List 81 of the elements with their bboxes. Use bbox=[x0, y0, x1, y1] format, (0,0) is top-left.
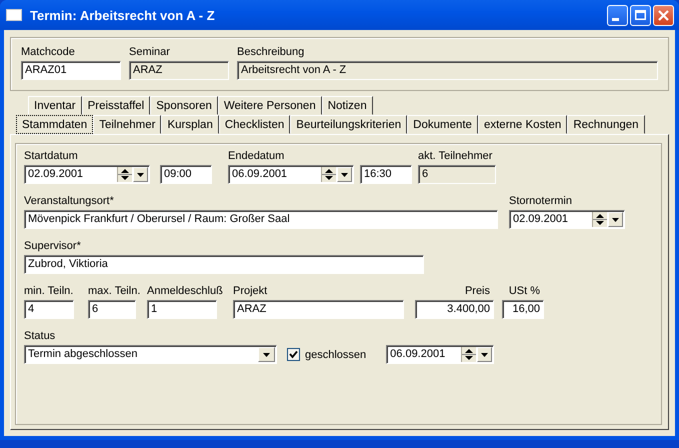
status-dropdown[interactable]: Termin abgeschlossen bbox=[24, 345, 277, 364]
input-field[interactable]: 16:30 bbox=[360, 165, 412, 184]
field-label: Beschreibung bbox=[237, 45, 304, 60]
input-field[interactable]: Mövenpick Frankfurt / Oberursel / Raum: Großer Saal bbox=[24, 210, 498, 229]
input-field[interactable]: 16,00 bbox=[502, 300, 544, 319]
window-title: Termin: Arbeitsrecht von A - Z bbox=[30, 8, 215, 22]
tab[interactable]: externe Kosten bbox=[478, 115, 568, 134]
up-down-arrows-icon bbox=[118, 167, 132, 182]
field-label: Status bbox=[24, 329, 56, 344]
date-field[interactable]: 02.09.2001 bbox=[509, 210, 625, 229]
tab[interactable]: Beurteilungskriterien bbox=[290, 115, 408, 134]
field-label: USt % bbox=[508, 284, 541, 299]
spin-button[interactable] bbox=[117, 167, 132, 182]
dropdown-button[interactable] bbox=[258, 347, 275, 362]
field-label: Stornotermin bbox=[509, 194, 572, 209]
date-field[interactable]: 06.09.2001 bbox=[228, 165, 354, 184]
up-down-arrows-icon bbox=[462, 347, 476, 362]
maximize-button[interactable] bbox=[630, 4, 651, 26]
tab[interactable]: Dokumente bbox=[407, 115, 478, 134]
spin-button[interactable] bbox=[592, 212, 607, 227]
tab[interactable]: Checklisten bbox=[218, 115, 290, 134]
field-label: max. Teiln. bbox=[88, 284, 140, 299]
input-field[interactable]: 1 bbox=[147, 300, 217, 319]
up-down-arrows-icon bbox=[593, 212, 607, 227]
tab[interactable]: Kursplan bbox=[161, 115, 219, 134]
date-value: 06.09.2001 bbox=[390, 347, 446, 362]
input-field[interactable]: Zubrod, Viktioria bbox=[24, 255, 424, 274]
close-icon bbox=[658, 10, 669, 20]
input-field[interactable]: 6 bbox=[88, 300, 136, 319]
dropdown-button[interactable] bbox=[133, 167, 148, 182]
caret-icon bbox=[263, 352, 270, 356]
field-label: Endedatum bbox=[228, 149, 284, 164]
input-field[interactable]: 3.400,00 bbox=[415, 300, 494, 319]
field-label: akt. Teilnehmer bbox=[418, 149, 492, 164]
date-value: 02.09.2001 bbox=[28, 167, 84, 182]
tab[interactable]: Preisstaffel bbox=[82, 96, 150, 115]
close-button[interactable] bbox=[653, 4, 674, 26]
caret-icon bbox=[341, 172, 348, 176]
dropdown-button[interactable] bbox=[337, 167, 352, 182]
minimize-button[interactable] bbox=[607, 4, 628, 26]
spin-button[interactable] bbox=[321, 167, 336, 182]
input-field[interactable]: 4 bbox=[24, 300, 74, 319]
date-field[interactable]: 02.09.2001 bbox=[24, 165, 150, 184]
input-field[interactable]: Arbeitsrecht von A - Z bbox=[237, 61, 658, 80]
field-label: Anmeldeschluß bbox=[147, 284, 223, 299]
dropdown-button[interactable] bbox=[477, 347, 492, 362]
caret-icon bbox=[481, 352, 488, 356]
tab[interactable]: Weitere Personen bbox=[218, 96, 322, 115]
checkmark-icon bbox=[289, 350, 298, 359]
field-label: Seminar bbox=[129, 45, 170, 60]
tab[interactable]: Notizen bbox=[322, 96, 373, 115]
up-down-arrows-icon bbox=[322, 167, 336, 182]
dropdown-button[interactable] bbox=[608, 212, 623, 227]
date-value: 02.09.2001 bbox=[513, 212, 570, 227]
caret-icon bbox=[612, 218, 619, 222]
field-label: Veranstaltungsort* bbox=[24, 194, 114, 209]
date-value: 06.09.2001 bbox=[232, 167, 288, 182]
field-label: Startdatum bbox=[24, 149, 78, 164]
date-field[interactable]: 06.09.2001 bbox=[386, 345, 494, 364]
minimize-icon bbox=[612, 18, 619, 21]
tab[interactable]: Rechnungen bbox=[567, 115, 645, 134]
window-icon bbox=[6, 9, 22, 21]
spin-button[interactable] bbox=[461, 347, 476, 362]
tab[interactable]: Inventar bbox=[28, 96, 82, 115]
field-label: Supervisor* bbox=[24, 239, 81, 254]
input-field: 6 bbox=[418, 165, 496, 184]
input-field[interactable]: ARAZ bbox=[129, 61, 229, 80]
tab[interactable]: Sponsoren bbox=[150, 96, 218, 115]
field-label: min. Teiln. bbox=[24, 284, 74, 299]
field-label: Projekt bbox=[233, 284, 268, 299]
maximize-icon bbox=[635, 10, 646, 20]
checkbox[interactable] bbox=[287, 348, 300, 361]
input-field[interactable]: ARAZ01 bbox=[21, 61, 121, 80]
caret-icon bbox=[137, 172, 144, 176]
input-field[interactable]: ARAZ bbox=[233, 300, 404, 319]
tab[interactable]: Stammdaten bbox=[16, 115, 94, 134]
field-label: Preis bbox=[464, 284, 491, 299]
field-label: Matchcode bbox=[21, 45, 75, 60]
checkbox-label: geschlossen bbox=[305, 348, 366, 360]
tab[interactable]: Teilnehmer bbox=[93, 115, 162, 134]
input-field[interactable]: 09:00 bbox=[160, 165, 212, 184]
